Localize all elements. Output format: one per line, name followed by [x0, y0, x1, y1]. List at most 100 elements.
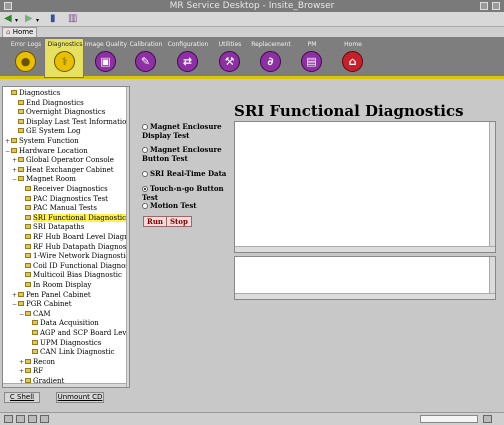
tree-item[interactable]: In Room Display — [19, 281, 91, 290]
unmount-cd-button[interactable]: Unmount CD — [56, 392, 104, 403]
expand-icon[interactable]: + — [19, 358, 24, 367]
tree-item[interactable]: Display Last Test Information — [12, 117, 130, 127]
tree-item[interactable]: End Diagnostics — [12, 99, 84, 108]
tree-item[interactable]: UPM Diagnostics — [26, 339, 101, 348]
tree-item[interactable]: Multicoil Bias Diagnostic — [19, 271, 122, 280]
tree-item[interactable]: − PGR Cabinet — [12, 300, 72, 309]
radio-button[interactable] — [142, 203, 148, 209]
tree-item-label: GE System Log — [26, 127, 81, 136]
tree-item[interactable]: − CAM — [19, 310, 51, 319]
expand-icon[interactable]: + — [12, 291, 17, 300]
composer-icon[interactable] — [28, 415, 37, 423]
tree-item[interactable]: + Recon — [19, 358, 55, 367]
folder-icon — [32, 339, 38, 345]
image-quality-button[interactable]: Image Quality ▣ — [85, 39, 127, 77]
back-dropdown-icon[interactable]: ▾ — [15, 15, 18, 27]
stop-button[interactable]: Stop — [166, 216, 192, 227]
radio-button-selected[interactable] — [142, 186, 148, 192]
home-button[interactable]: Home ⌂ — [333, 39, 373, 77]
tree-item-label: Display Last Test Information — [26, 117, 130, 126]
folder-icon — [32, 349, 38, 355]
tree-item[interactable]: AGP and SCP Board Level D — [26, 329, 129, 338]
pm-button[interactable]: PM ▤ — [292, 39, 332, 77]
option-magnet-enclosure-button[interactable]: Magnet Enclosure Button Test — [142, 145, 234, 163]
status-horizontal-scrollbar[interactable] — [235, 293, 495, 299]
expand-icon[interactable]: + — [19, 367, 24, 376]
radio-button[interactable] — [142, 171, 148, 177]
tree-item[interactable]: PAC Diagnostics Test — [19, 195, 108, 204]
collapse-icon[interactable]: − — [5, 147, 10, 156]
tree-item[interactable]: Data Acquisition — [26, 319, 99, 328]
option-motion-test[interactable]: Motion Test — [142, 201, 234, 210]
folder-icon — [25, 205, 31, 211]
tree-item-label: Hardware Location — [19, 146, 88, 155]
tree-horizontal-scrollbar[interactable] — [3, 383, 126, 387]
error-logs-button[interactable]: Error Logs ● — [6, 39, 46, 77]
expand-icon[interactable]: + — [12, 156, 17, 165]
tree-item[interactable]: − Hardware Location — [5, 147, 88, 156]
calibration-button[interactable]: Calibration ✎ — [126, 39, 166, 77]
tree-item[interactable]: Coil ID Functional Diagnostic — [19, 262, 129, 271]
page-title: SRI Functional Diagnostics — [234, 102, 464, 120]
status-text-area[interactable] — [234, 256, 496, 300]
collapse-icon[interactable]: − — [12, 300, 17, 309]
expand-icon[interactable]: + — [5, 137, 10, 146]
tree-item[interactable]: RF Hub Datapath Diagnostics — [19, 243, 129, 252]
tree-item[interactable]: 1-Wire Network Diagnostic — [19, 252, 129, 261]
forward-icon[interactable]: ▶ — [25, 13, 33, 25]
tree-item[interactable]: GE System Log — [12, 127, 80, 136]
collapse-icon[interactable]: − — [19, 310, 24, 319]
minimize-button[interactable] — [480, 2, 488, 10]
mail-icon[interactable] — [16, 415, 25, 423]
window-menu-button[interactable] — [4, 2, 12, 10]
tree-item-label: Data Acquisition — [40, 319, 99, 328]
tree-item[interactable]: SRI Functional Diagnostics — [19, 213, 129, 223]
tree-item[interactable]: + RF — [19, 367, 43, 376]
tree-item[interactable]: + System Function — [5, 137, 79, 146]
c-shell-button[interactable]: C Shell — [4, 392, 40, 403]
maximize-button[interactable] — [492, 2, 500, 10]
tree-item[interactable]: + Pen Panel Cabinet — [12, 291, 91, 300]
addressbook-icon[interactable] — [40, 415, 49, 423]
option-label: Magnet Enclosure Button Test — [142, 145, 222, 163]
replacement-button[interactable]: Replacement ∂ — [251, 39, 291, 77]
tree-item[interactable]: RF Hub Board Level Diagnosti — [19, 233, 129, 242]
utilities-button[interactable]: Utilities ⚒ — [210, 39, 250, 77]
folder-icon — [25, 243, 31, 249]
run-button[interactable]: Run — [143, 216, 167, 227]
radio-button[interactable] — [142, 124, 148, 130]
tree-item[interactable]: − Magnet Room — [12, 175, 76, 184]
folder-icon — [18, 118, 24, 124]
tree-vertical-scrollbar[interactable] — [126, 87, 129, 387]
option-touch-n-go-button[interactable]: Touch-n-go Button Test — [142, 184, 234, 202]
home-label: Home — [344, 41, 362, 48]
tree-item[interactable]: Diagnostics — [5, 89, 60, 98]
output-horizontal-scrollbar[interactable] — [235, 246, 495, 252]
tree-item[interactable]: CAN Link Diagnostic — [26, 348, 114, 357]
radio-button[interactable] — [142, 147, 148, 153]
tree-item[interactable]: Receiver Diagnostics — [19, 185, 108, 194]
output-text-area[interactable] — [234, 121, 496, 253]
option-sri-real-time-data[interactable]: SRI Real-Time Data — [142, 169, 234, 178]
back-icon[interactable]: ◀ — [4, 13, 12, 25]
bookmarks-icon[interactable]: ▥ — [68, 13, 77, 25]
configuration-button[interactable]: Configuration ⇄ — [168, 39, 208, 77]
navigator-icon[interactable] — [4, 415, 13, 423]
tree-item[interactable]: + Heat Exchanger Cabinet — [12, 166, 114, 175]
diagnostics-tree: + Gradient + RF + Recon CAN Link Diagnostic UPM… — [2, 86, 130, 388]
output-vertical-scrollbar[interactable] — [489, 122, 495, 252]
tree-item[interactable]: + Global Operator Console — [12, 156, 114, 165]
tree-item[interactable]: PAC Manual Tests — [19, 204, 97, 213]
tree-item[interactable]: Overnight Diagnostics — [12, 108, 105, 117]
collapse-icon[interactable]: − — [12, 175, 17, 184]
folder-icon — [11, 138, 17, 143]
option-magnet-enclosure-display[interactable]: Magnet Enclosure Display Test — [142, 122, 234, 140]
expand-icon[interactable]: + — [12, 166, 17, 175]
tree-item-label: RF Hub Board Level Diagnosti — [33, 233, 129, 241]
tab-home[interactable]: ⌂ Home — [2, 27, 38, 37]
forward-dropdown-icon[interactable]: ▾ — [36, 15, 39, 27]
tree-item[interactable]: SRI Datapaths — [19, 223, 84, 232]
reload-icon[interactable]: ▮ — [50, 13, 56, 25]
diagnostics-button[interactable]: Diagnostics ⚕ — [44, 38, 84, 78]
tree-item-label: Multicoil Bias Diagnostic — [33, 271, 122, 280]
